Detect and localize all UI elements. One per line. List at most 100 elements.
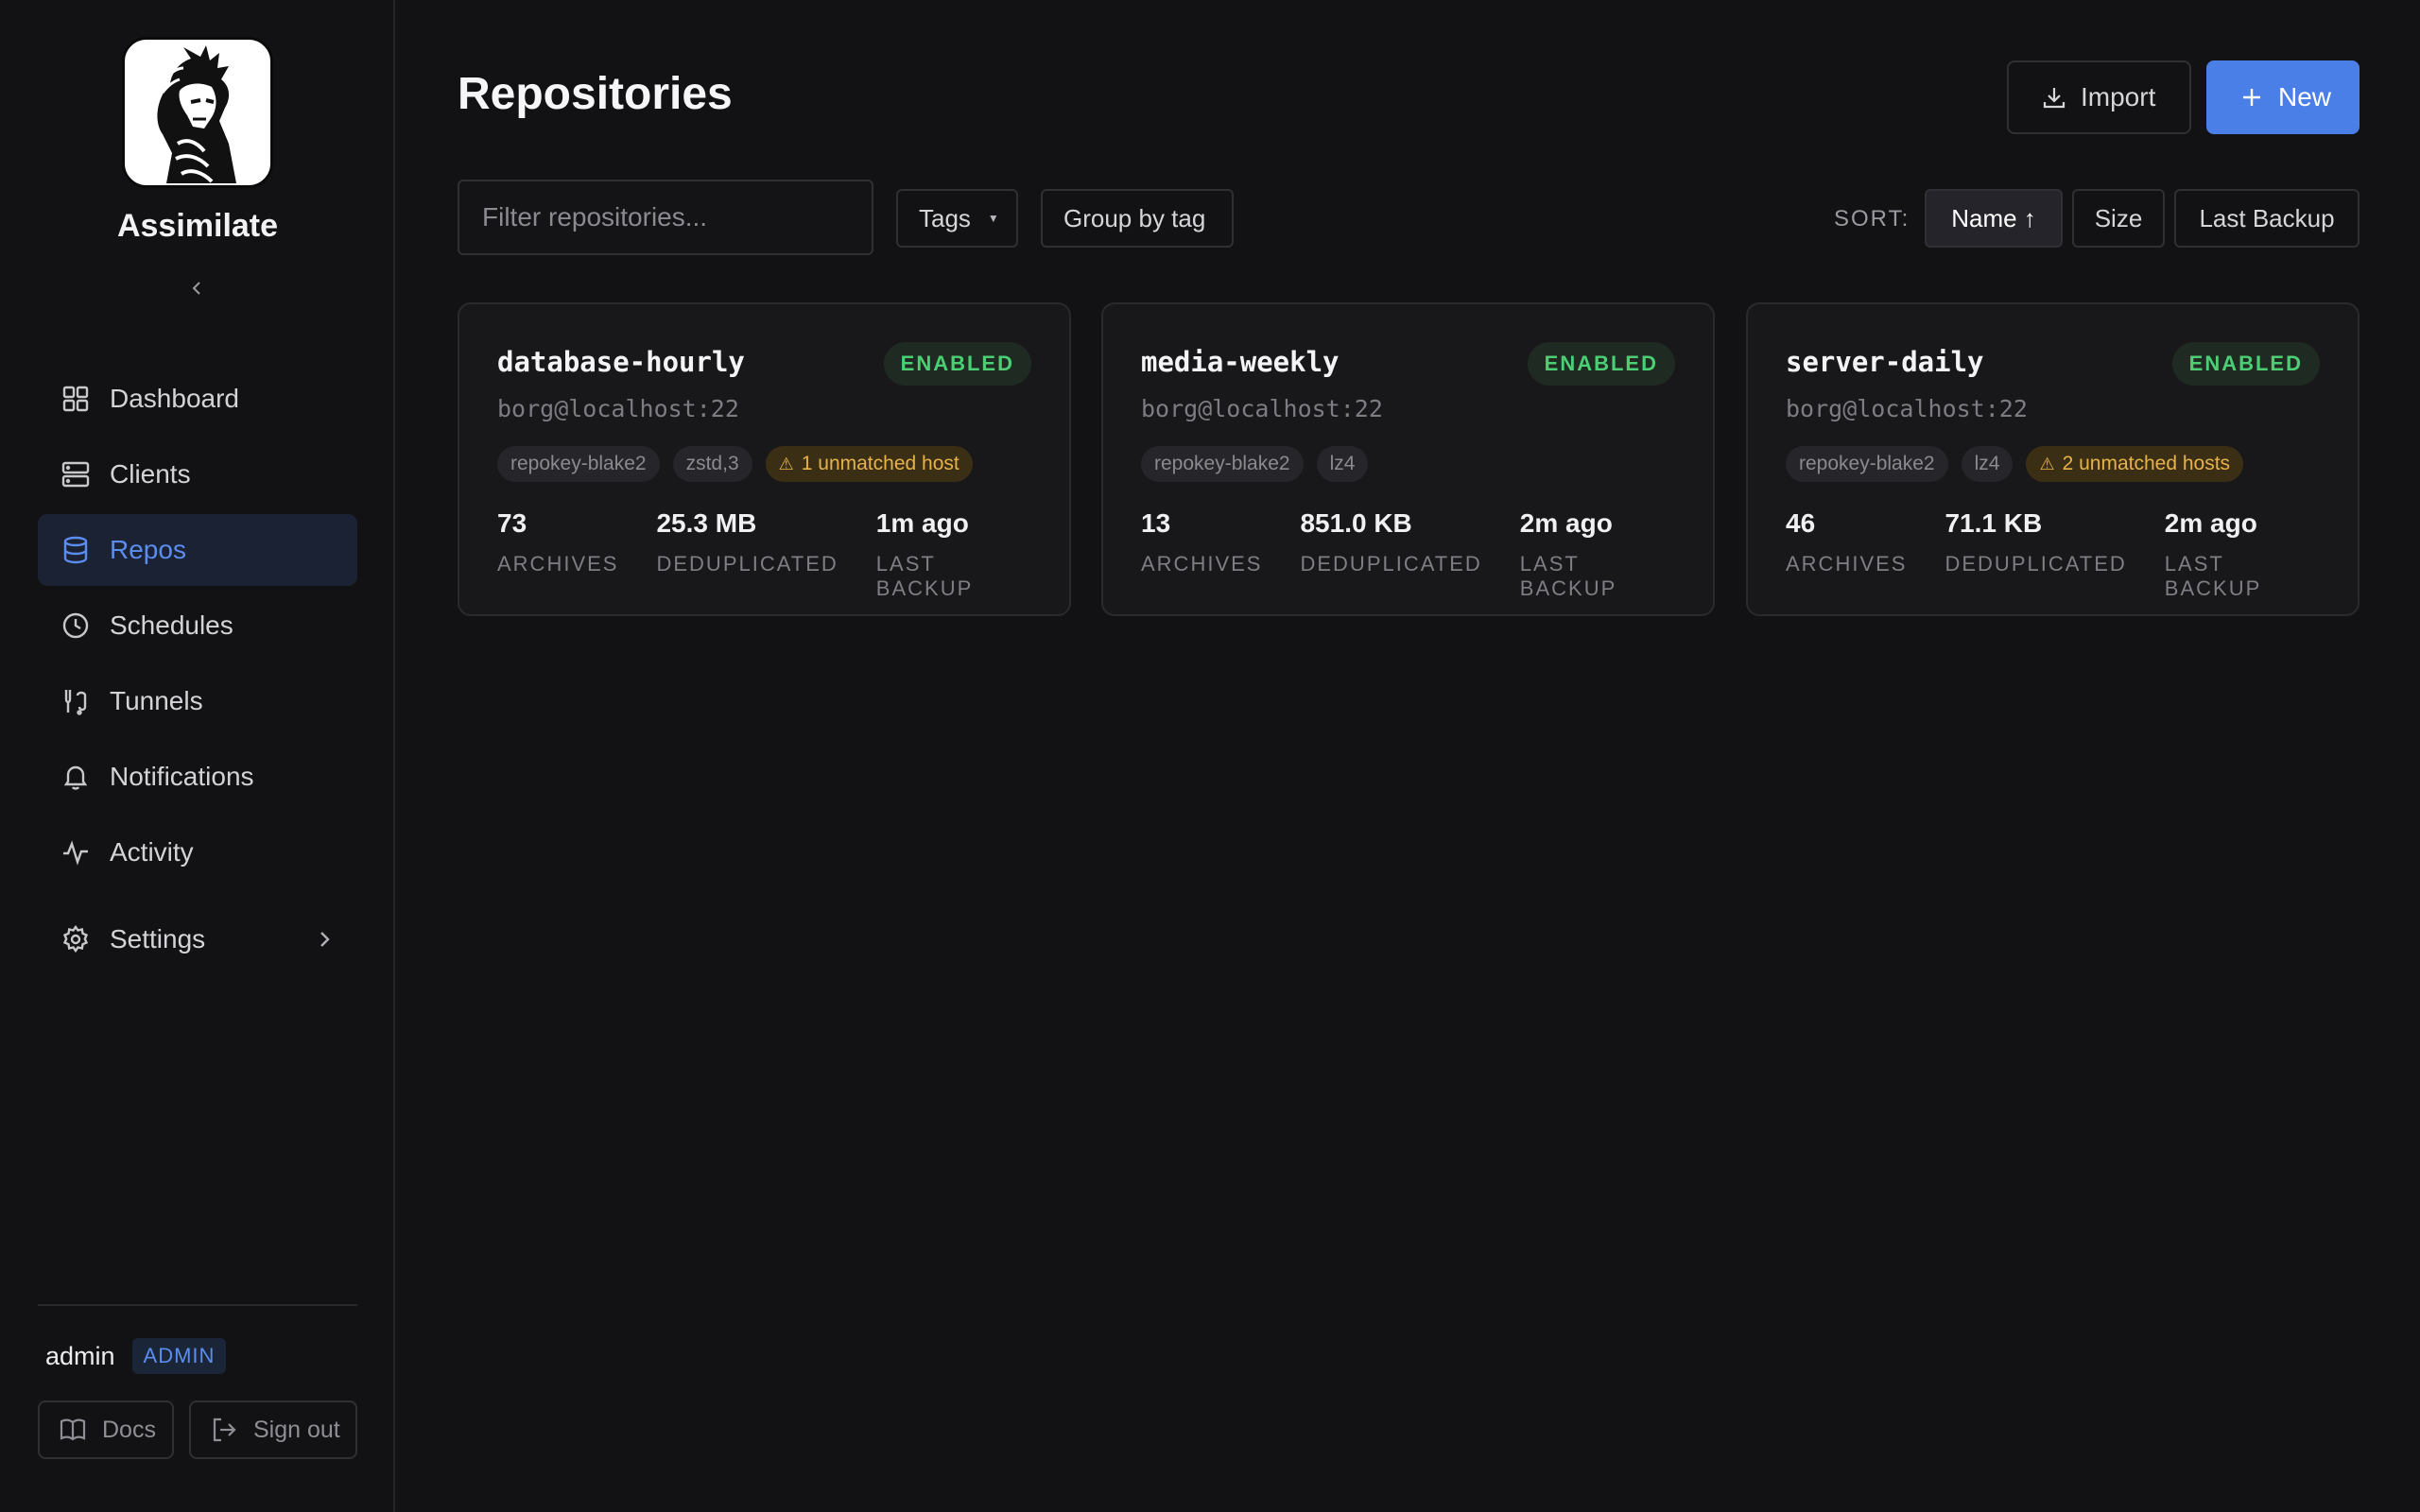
caret-down-icon: ▼ bbox=[987, 212, 999, 225]
warning-chip: ⚠ 2 unmatched hosts bbox=[2026, 446, 2244, 482]
book-icon bbox=[59, 1416, 87, 1444]
encryption-chip: repokey-blake2 bbox=[1141, 446, 1304, 482]
last-backup-label: LAST BACKUP bbox=[875, 552, 974, 600]
last-backup-label: LAST BACKUP bbox=[1519, 552, 1617, 600]
last-backup-value: 1m ago bbox=[875, 508, 969, 538]
archives-label: ARCHIVES bbox=[497, 552, 619, 576]
sort-name-button[interactable]: Name ↑ bbox=[1925, 189, 2063, 248]
last-backup-label: LAST BACKUP bbox=[2164, 552, 2262, 600]
sidebar-footer: admin ADMIN Docs Sign out bbox=[38, 1304, 357, 1459]
dedup-value: 851.0 KB bbox=[1300, 508, 1412, 538]
server-icon bbox=[60, 459, 91, 490]
dedup-label: DEDUPLICATED bbox=[1300, 552, 1482, 576]
sidebar-item-label: Notifications bbox=[110, 762, 254, 791]
page-title: Repositories bbox=[458, 69, 733, 119]
sort-size-button[interactable]: Size bbox=[2072, 189, 2165, 248]
repo-stats: 73 ARCHIVES 25.3 MB DEDUPLICATED 1m ago LAS… bbox=[497, 508, 1069, 601]
tags-dropdown[interactable]: Tags ▼ bbox=[896, 189, 1018, 248]
docs-label: Docs bbox=[102, 1416, 156, 1443]
username: admin bbox=[45, 1341, 115, 1370]
activity-icon bbox=[60, 837, 91, 868]
sidebar-item-clients[interactable]: Clients bbox=[38, 438, 357, 510]
role-badge: ADMIN bbox=[131, 1338, 227, 1374]
new-repo-button[interactable]: New bbox=[2206, 60, 2360, 134]
repo-card[interactable]: media-weekly ENABLED borg@localhost:22 r… bbox=[1101, 302, 1715, 616]
filter-input[interactable] bbox=[458, 180, 873, 255]
sidebar-item-label: Activity bbox=[110, 837, 194, 867]
sidebar-item-repos[interactable]: Repos bbox=[38, 514, 357, 586]
import-label: Import bbox=[2081, 82, 2156, 112]
database-icon bbox=[60, 535, 91, 565]
sidebar-item-label: Tunnels bbox=[110, 686, 203, 715]
dedup-value: 25.3 MB bbox=[656, 508, 757, 538]
encryption-chip: repokey-blake2 bbox=[497, 446, 660, 482]
dedup-label: DEDUPLICATED bbox=[656, 552, 838, 576]
sidebar-item-dashboard[interactable]: Dashboard bbox=[38, 363, 357, 435]
import-button[interactable]: Import bbox=[2007, 60, 2191, 134]
docs-button[interactable]: Docs bbox=[38, 1400, 174, 1459]
archives-value: 46 bbox=[1786, 508, 1816, 538]
sort-label: SORT: bbox=[1834, 206, 1910, 232]
sign-out-icon bbox=[210, 1416, 238, 1444]
last-backup-value: 2m ago bbox=[1519, 508, 1613, 538]
repo-card[interactable]: database-hourly ENABLED borg@localhost:2… bbox=[458, 302, 1071, 616]
gear-icon bbox=[60, 924, 91, 954]
sidebar-item-label: Dashboard bbox=[110, 384, 239, 413]
compression-chip: zstd,3 bbox=[672, 446, 752, 482]
app-name: Assimilate bbox=[116, 208, 279, 244]
sign-out-button[interactable]: Sign out bbox=[189, 1400, 357, 1459]
repo-card[interactable]: server-daily ENABLED borg@localhost:22 r… bbox=[1746, 302, 2360, 616]
sidebar-item-label: Settings bbox=[110, 924, 206, 954]
status-badge: ENABLED bbox=[1527, 342, 1675, 386]
last-backup-value: 2m ago bbox=[2164, 508, 2257, 538]
download-icon bbox=[2041, 84, 2067, 111]
clock-icon bbox=[60, 610, 91, 641]
archives-label: ARCHIVES bbox=[1786, 552, 1908, 576]
repo-name: media-weekly bbox=[1141, 346, 1340, 378]
archives-value: 13 bbox=[1141, 508, 1171, 538]
sidebar-item-notifications[interactable]: Notifications bbox=[38, 741, 357, 813]
repo-name: server-daily bbox=[1786, 346, 1984, 378]
status-badge: ENABLED bbox=[883, 342, 1031, 386]
group-by-tag-button[interactable]: Group by tag bbox=[1041, 189, 1234, 248]
warning-icon: ⚠ bbox=[778, 454, 794, 473]
sort-last-backup-button[interactable]: Last Backup bbox=[2174, 189, 2360, 248]
repo-tags: repokey-blake2 zstd,3 ⚠ 1 unmatched host bbox=[497, 446, 973, 482]
sidebar-item-label: Schedules bbox=[110, 610, 233, 640]
sidebar: Assimilate Dashboard Clients Repos Sched… bbox=[0, 0, 395, 1512]
warning-text: 2 unmatched hosts bbox=[2062, 453, 2231, 474]
repo-tags: repokey-blake2 lz4 ⚠ 2 unmatched hosts bbox=[1786, 446, 2244, 482]
archives-value: 73 bbox=[497, 508, 527, 538]
collapse-sidebar-button[interactable] bbox=[180, 270, 216, 306]
dedup-value: 71.1 KB bbox=[1945, 508, 2043, 538]
sidebar-item-tunnels[interactable]: Tunnels bbox=[38, 665, 357, 737]
dashboard-icon bbox=[60, 384, 91, 414]
tunnel-icon bbox=[60, 686, 91, 716]
dedup-label: DEDUPLICATED bbox=[1945, 552, 2127, 576]
repo-stats: 13 ARCHIVES 851.0 KB DEDUPLICATED 2m ago LA… bbox=[1141, 508, 1713, 601]
warning-text: 1 unmatched host bbox=[801, 453, 959, 474]
repo-host: borg@localhost:22 bbox=[1786, 395, 2028, 422]
new-label: New bbox=[2278, 82, 2332, 112]
bell-icon bbox=[60, 762, 91, 792]
sidebar-item-schedules[interactable]: Schedules bbox=[38, 590, 357, 662]
repo-name: database-hourly bbox=[497, 346, 745, 378]
chevron-right-icon bbox=[316, 926, 333, 959]
repo-stats: 46 ARCHIVES 71.1 KB DEDUPLICATED 2m ago LAS… bbox=[1786, 508, 2358, 601]
plus-icon bbox=[2238, 84, 2265, 111]
sign-out-label: Sign out bbox=[253, 1416, 340, 1443]
sidebar-item-label: Clients bbox=[110, 459, 191, 489]
sidebar-item-activity[interactable]: Activity bbox=[38, 816, 357, 888]
warning-icon: ⚠ bbox=[2039, 454, 2055, 473]
chevron-left-icon bbox=[192, 282, 200, 295]
sidebar-item-settings[interactable]: Settings bbox=[38, 903, 357, 975]
app-logo bbox=[122, 37, 273, 188]
sidebar-item-label: Repos bbox=[110, 535, 186, 564]
tags-label: Tags bbox=[919, 203, 971, 232]
group-label: Group by tag bbox=[1063, 203, 1206, 232]
repo-host: borg@localhost:22 bbox=[1141, 395, 1383, 422]
status-badge: ENABLED bbox=[2171, 342, 2320, 386]
compression-chip: lz4 bbox=[1961, 446, 2014, 482]
archives-label: ARCHIVES bbox=[1141, 552, 1263, 576]
repo-host: borg@localhost:22 bbox=[497, 395, 739, 422]
